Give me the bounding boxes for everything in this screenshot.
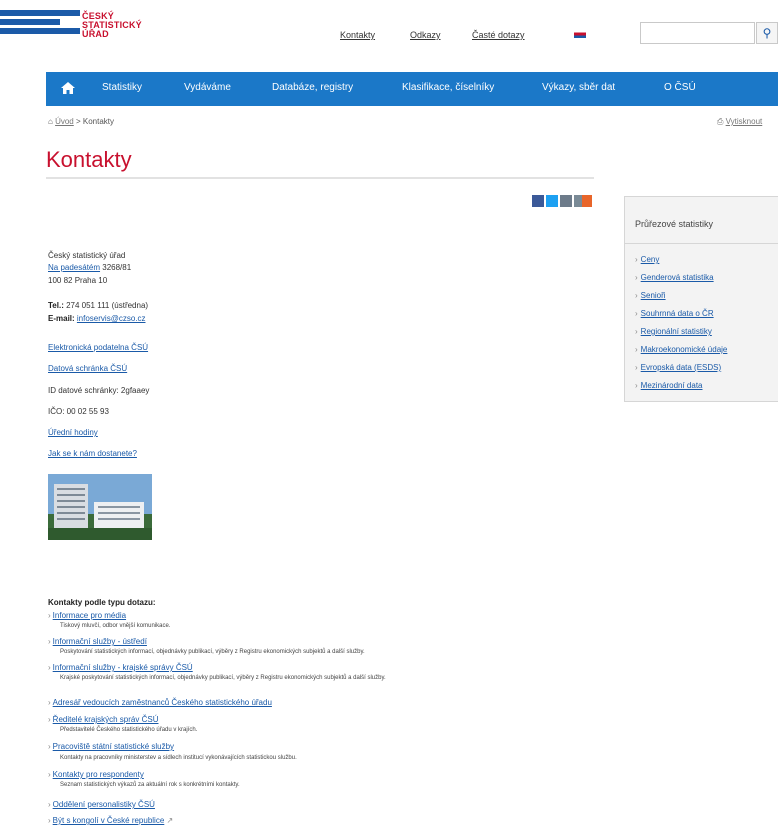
nav-o-csu[interactable]: O ČSÚ: [664, 82, 696, 93]
breadcrumb-current: > Kontakty: [76, 117, 115, 126]
sidebar-item[interactable]: › Makroekonomické údaje: [635, 345, 727, 354]
nav-vydavame[interactable]: Vydáváme: [184, 82, 231, 93]
sidebar-item[interactable]: › Evropská data (ESDS): [635, 363, 721, 372]
type-link[interactable]: › Oddělení personalistiky ČSÚ: [48, 800, 155, 809]
nav-klasifikace[interactable]: Klasifikace, číselníky: [402, 82, 494, 93]
address-street: Na padesátém 3268/81: [48, 263, 132, 272]
sidebar-item[interactable]: › Senioři: [635, 291, 666, 300]
link-jak-se-dostanete[interactable]: Jak se k nám dostanete?: [48, 449, 137, 458]
logo-text[interactable]: ČESKÝ STATISTICKÝ ÚŘAD: [82, 12, 142, 39]
search-icon: ⚲: [762, 26, 772, 40]
breadcrumb: ⌂ Úvod > Kontakty: [48, 117, 114, 126]
logo-bars[interactable]: [0, 10, 80, 37]
building-photo: [48, 474, 152, 540]
type-desc: Poskytování statistických informací, obj…: [60, 649, 365, 655]
id-datove-schranky: ID datové schránky: 2gfaaey: [48, 386, 150, 395]
nav-statistiky[interactable]: Statistiky: [102, 82, 142, 93]
type-link[interactable]: › Informační služby - krajské správy ČSÚ: [48, 663, 193, 672]
print-icon: ⎙: [717, 117, 724, 126]
type-desc: Představitelé Českého statistického úřad…: [60, 727, 198, 733]
top-link-odkazy[interactable]: Odkazy: [410, 30, 441, 40]
sidebar-item[interactable]: › Regionální statistiky: [635, 327, 712, 336]
type-link[interactable]: › Informační služby - ústředí: [48, 637, 147, 646]
email-share-icon[interactable]: [560, 195, 572, 207]
breadcrumb-home[interactable]: Úvod: [55, 117, 74, 126]
types-title: Kontakty podle typu dotazu:: [48, 598, 156, 607]
email-link[interactable]: infoservis@czso.cz: [77, 314, 146, 323]
type-desc: Seznam statistických výkazů za aktuální …: [60, 782, 240, 788]
nav-databaze[interactable]: Databáze, registry: [272, 82, 353, 93]
org-name: Český statistický úřad: [48, 251, 126, 260]
sidebar-title: Průřezové statistiky: [635, 219, 714, 229]
sidebar-item[interactable]: › Mezinárodní data: [635, 381, 703, 390]
print-link[interactable]: ⎙ Vytisknout: [717, 117, 762, 127]
type-link[interactable]: › Kontakty pro respondenty: [48, 770, 144, 779]
lang-flag-icon[interactable]: [574, 30, 586, 38]
title-divider: [46, 177, 594, 179]
ico: IČO: 00 02 55 93: [48, 407, 109, 416]
address-city: 100 82 Praha 10: [48, 276, 108, 285]
sidebar-divider: [625, 243, 778, 244]
page-title: Kontakty: [46, 147, 132, 172]
sidebar-item[interactable]: › Souhrnná data o ČR: [635, 309, 714, 318]
top-link-kontakty[interactable]: Kontakty: [340, 30, 375, 40]
phone: Tel.: 274 051 111 (ústředna): [48, 301, 149, 310]
link-podatelna[interactable]: Elektronická podatelna ČSÚ: [48, 343, 148, 352]
type-link[interactable]: › Adresář vedoucích zaměstnanců Českého s…: [48, 698, 272, 707]
link-uredni-hodiny[interactable]: Úřední hodiny: [48, 428, 98, 437]
type-link[interactable]: › Ředitelé krajských správ ČSÚ: [48, 715, 158, 724]
sidebar-box: Průřezové statistiky › Ceny › Genderová st…: [624, 196, 778, 402]
home-icon[interactable]: [60, 80, 76, 96]
nav-vykazy[interactable]: Výkazy, sběr dat: [542, 82, 615, 93]
search-button[interactable]: ⚲: [756, 22, 778, 44]
type-desc: Tiskový mluvčí, odbor vnější komunikace.: [60, 623, 171, 629]
type-desc: Kontakty na pracovníky ministerstev a sí…: [60, 755, 297, 761]
top-link-caste-dotazy[interactable]: Časté dotazy: [472, 30, 525, 40]
sidebar-item[interactable]: › Ceny: [635, 255, 659, 264]
logo-line-3: ÚŘAD: [82, 29, 109, 39]
sidebar-item[interactable]: › Genderová statistika: [635, 273, 714, 282]
type-link[interactable]: › Pracoviště státní statistické služby: [48, 742, 174, 751]
street-link[interactable]: Na padesátém: [48, 263, 100, 272]
search-input[interactable]: [640, 22, 755, 44]
print-label: Vytisknout: [725, 117, 763, 126]
email: E-mail: infoservis@czso.cz: [48, 314, 146, 323]
type-desc: Krajské poskytování statistických inform…: [60, 675, 386, 681]
type-link[interactable]: › Informace pro média: [48, 611, 126, 620]
facebook-icon[interactable]: [532, 195, 544, 207]
external-link-icon: ↗: [164, 816, 174, 825]
link-datova-schranka[interactable]: Datová schránka ČSÚ: [48, 364, 127, 373]
home-small-icon: ⌂: [48, 117, 53, 126]
rss-icon[interactable]: [582, 195, 592, 207]
twitter-icon[interactable]: [546, 195, 558, 207]
type-link[interactable]: › Být s kongolí v České republice ↗: [48, 816, 173, 825]
main-nav: Statistiky Vydáváme Databáze, registry K…: [46, 72, 778, 106]
